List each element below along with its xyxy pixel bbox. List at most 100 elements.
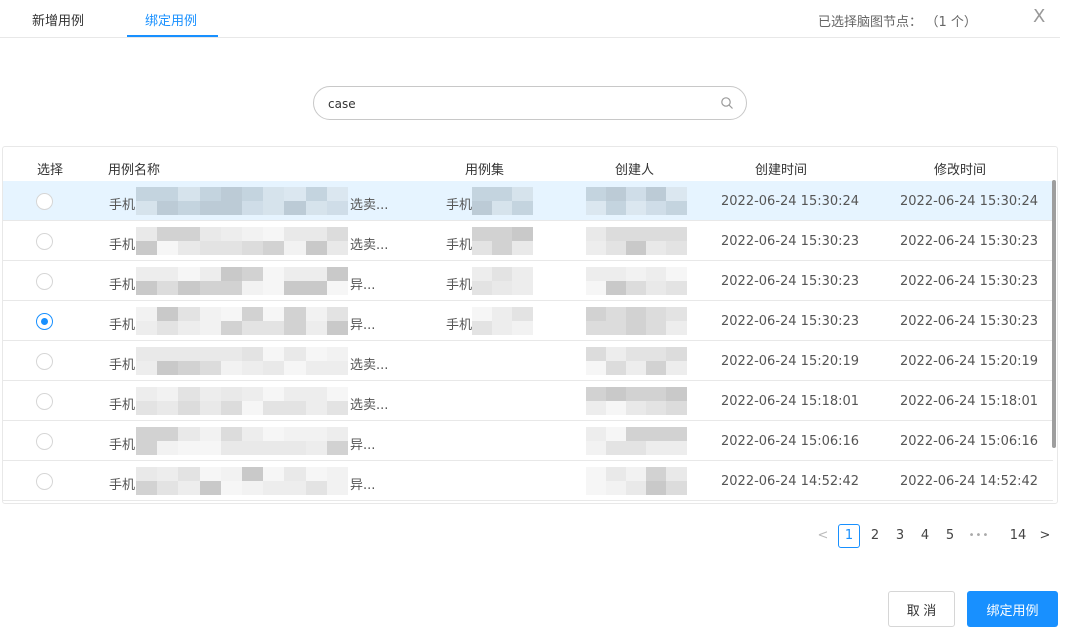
- table-row[interactable]: 手机 异... 手机 2022-06-24 15:30:23 2022-06-24 15…: [3, 261, 1053, 301]
- next-page-button[interactable]: >: [1038, 524, 1052, 548]
- selected-nodes-info: 已选择脑图节点： （1 个）: [818, 11, 977, 30]
- modified-at: 2022-06-24 14:52:42: [900, 474, 1039, 489]
- case-name-prefix: 手机: [109, 318, 136, 333]
- table-row[interactable]: 手机 异... 2022-06-24 15:06:16 2022-06-24 15:0…: [3, 421, 1053, 461]
- case-name-suffix: 选卖...: [350, 198, 389, 213]
- modified-at: 2022-06-24 15:30:23: [900, 274, 1039, 289]
- case-name-prefix: 手机: [109, 198, 136, 213]
- prev-page-button[interactable]: <: [816, 524, 830, 548]
- row-select-radio[interactable]: [36, 433, 53, 450]
- search-input[interactable]: [328, 94, 708, 114]
- bind-case-button[interactable]: 绑定用例: [967, 591, 1058, 627]
- case-name-prefix: 手机: [109, 438, 136, 453]
- table-row[interactable]: 手机 选卖... 2022-06-24 15:20:19 2022-06-24 15:…: [3, 341, 1053, 381]
- redacted-creator: [586, 267, 687, 295]
- page-2[interactable]: 2: [868, 524, 882, 548]
- redacted-case-name: [136, 267, 349, 295]
- case-name-suffix: 选卖...: [350, 238, 389, 253]
- case-set-name: 手机: [446, 318, 473, 333]
- redacted-creator: [586, 467, 687, 495]
- created-at: 2022-06-24 15:06:16: [721, 434, 860, 449]
- created-at: 2022-06-24 15:20:19: [721, 354, 860, 369]
- table-scrollbar[interactable]: [1052, 180, 1056, 448]
- redacted-case-name: [136, 347, 349, 375]
- page-1[interactable]: 1: [838, 524, 860, 548]
- table-row[interactable]: 手机 选卖... 手机 2022-06-24 15:30:23 2022-06-24 1…: [3, 221, 1053, 261]
- case-set-name: 手机: [446, 278, 473, 293]
- modified-at: 2022-06-24 15:30:24: [900, 194, 1039, 209]
- modified-at: 2022-06-24 15:30:23: [900, 234, 1039, 249]
- redacted-case-name: [136, 467, 349, 495]
- case-name-prefix: 手机: [109, 358, 136, 373]
- row-select-radio[interactable]: [36, 353, 53, 370]
- case-name-prefix: 手机: [109, 238, 136, 253]
- redacted-case-name: [136, 307, 349, 335]
- close-icon[interactable]: X: [1033, 6, 1045, 27]
- redacted-creator: [586, 307, 687, 335]
- tab-bind-case[interactable]: 绑定用例: [145, 10, 197, 29]
- case-name-prefix: 手机: [109, 278, 136, 293]
- header-created-at: 创建时间: [755, 163, 808, 178]
- search-icon[interactable]: [720, 96, 734, 110]
- case-name-suffix: 选卖...: [350, 398, 389, 413]
- redacted-case-name: [136, 227, 349, 255]
- redacted-case-name: [136, 427, 349, 455]
- header-select: 选择: [37, 163, 64, 178]
- header-case-set: 用例集: [465, 163, 505, 178]
- redacted-creator: [586, 187, 687, 215]
- row-select-radio[interactable]: [36, 473, 53, 490]
- table-header: 选择 用例名称 用例集 创建人 创建时间 修改时间: [3, 147, 1057, 181]
- selected-nodes-count: （1 个）: [932, 15, 977, 30]
- created-at: 2022-06-24 15:30:24: [721, 194, 860, 209]
- tab-bar: 新增用例 绑定用例 已选择脑图节点： （1 个） X: [0, 0, 1060, 38]
- cancel-button[interactable]: 取 消: [888, 591, 955, 627]
- modified-at: 2022-06-24 15:06:16: [900, 434, 1039, 449]
- page-14[interactable]: 14: [1006, 524, 1030, 548]
- table-row[interactable]: 手机 选卖... 2022-06-24 15:18:01 2022-06-24 15:…: [3, 381, 1053, 421]
- redacted-creator: [586, 347, 687, 375]
- redacted-creator: [586, 227, 687, 255]
- case-set-name: 手机: [446, 238, 473, 253]
- row-select-radio[interactable]: [36, 273, 53, 290]
- table-row[interactable]: 手机 选卖... 手机 2022-06-24 15:30:24 2022-06-24 1…: [3, 181, 1053, 221]
- created-at: 2022-06-24 14:52:42: [721, 474, 860, 489]
- table-row[interactable]: 手机 异... 2022-06-24 14:52:42 2022-06-24 14:5…: [3, 461, 1053, 501]
- redacted-case-set: [472, 307, 533, 335]
- modified-at: 2022-06-24 15:20:19: [900, 354, 1039, 369]
- case-name-suffix: 选卖...: [350, 358, 389, 373]
- redacted-case-name: [136, 387, 349, 415]
- page-3[interactable]: 3: [893, 524, 907, 548]
- header-creator: 创建人: [615, 163, 655, 178]
- redacted-case-set: [472, 227, 533, 255]
- case-name-prefix: 手机: [109, 398, 136, 413]
- case-name-prefix: 手机: [109, 478, 136, 493]
- case-name-suffix: 异...: [350, 438, 376, 453]
- case-table: 选择 用例名称 用例集 创建人 创建时间 修改时间 手机 选卖... 手机 2022-…: [2, 146, 1058, 504]
- redacted-creator: [586, 387, 687, 415]
- header-modified-at: 修改时间: [934, 163, 987, 178]
- page-4[interactable]: 4: [918, 524, 932, 548]
- case-name-suffix: 异...: [350, 318, 376, 333]
- active-tab-indicator: [127, 35, 218, 37]
- case-name-suffix: 异...: [350, 478, 376, 493]
- row-select-radio[interactable]: [36, 393, 53, 410]
- header-case-name: 用例名称: [108, 163, 161, 178]
- table-row[interactable]: 手机 异... 手机 2022-06-24 15:30:23 2022-06-24 15…: [3, 301, 1053, 341]
- case-set-name: 手机: [446, 198, 473, 213]
- page-5[interactable]: 5: [943, 524, 957, 548]
- search-box: [313, 86, 747, 120]
- redacted-case-name: [136, 187, 349, 215]
- row-select-radio[interactable]: [36, 193, 53, 210]
- row-select-radio[interactable]: [36, 233, 53, 250]
- redacted-case-set: [472, 187, 533, 215]
- modified-at: 2022-06-24 15:18:01: [900, 394, 1039, 409]
- page-ellipsis[interactable]: •••: [966, 524, 992, 548]
- created-at: 2022-06-24 15:30:23: [721, 234, 860, 249]
- tab-new-case[interactable]: 新增用例: [32, 10, 84, 29]
- created-at: 2022-06-24 15:18:01: [721, 394, 860, 409]
- row-select-radio[interactable]: [36, 313, 53, 330]
- redacted-creator: [586, 427, 687, 455]
- redacted-case-set: [472, 267, 533, 295]
- case-name-suffix: 异...: [350, 278, 376, 293]
- modified-at: 2022-06-24 15:30:23: [900, 314, 1039, 329]
